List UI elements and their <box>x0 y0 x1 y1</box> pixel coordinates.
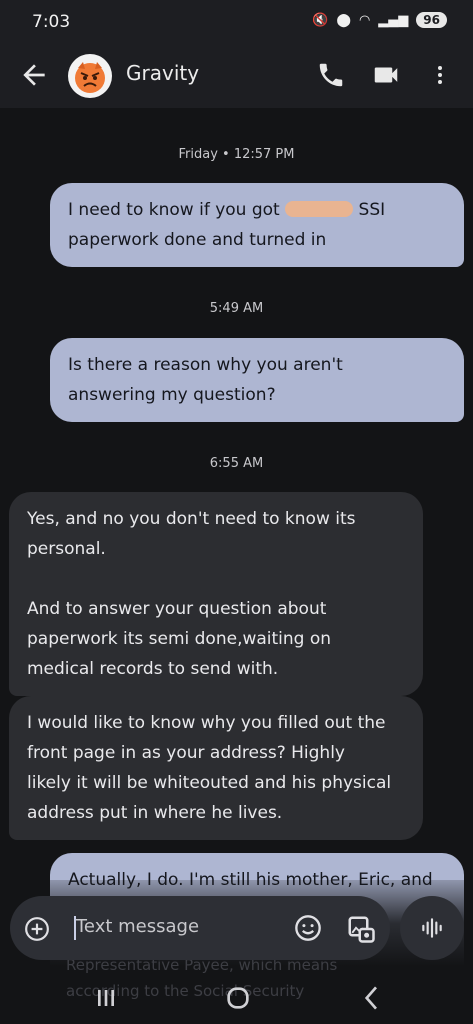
add-attachment-icon[interactable] <box>24 916 50 942</box>
redaction-mark <box>285 201 354 217</box>
status-bar: 7:03 🔇 ⬤ ◠ ▂▄▆ 96 <box>0 0 473 46</box>
message-text: I need to know if you got <box>68 200 280 220</box>
emoji-icon[interactable] <box>294 914 322 942</box>
message-text: paperwork done and turned in <box>68 230 327 250</box>
angry-face-icon <box>75 62 105 93</box>
video-camera-icon[interactable] <box>370 60 402 90</box>
message-text: I would like to know why you filled out … <box>27 713 386 733</box>
avatar[interactable] <box>68 54 112 98</box>
more-options-icon[interactable] <box>428 60 452 90</box>
signal-icon: ▂▄▆ <box>378 12 409 28</box>
message-text: likely it will be whiteouted and his phy… <box>27 773 392 793</box>
incoming-message[interactable]: I would like to know why you filled out … <box>9 696 423 840</box>
back-arrow-icon[interactable] <box>18 59 50 91</box>
message-text: SSI <box>358 200 386 220</box>
waveform-icon <box>422 918 442 938</box>
mute-icon: 🔇 <box>312 12 329 28</box>
status-icons: 🔇 ⬤ ◠ ▂▄▆ 96 <box>312 12 447 28</box>
message-text: answering my question? <box>68 385 276 405</box>
phone-icon[interactable] <box>316 60 346 90</box>
contact-name[interactable]: Gravity <box>126 61 199 85</box>
outgoing-message[interactable]: I need to know if you got SSI paperwork … <box>50 183 464 267</box>
message-text: medical records to send with. <box>27 659 279 679</box>
voice-message-button[interactable] <box>400 896 464 960</box>
message-text: Yes, and no you don't need to know its <box>27 509 356 529</box>
message-timestamp: 5:49 AM <box>209 301 264 316</box>
system-navigation-bar <box>0 972 473 1024</box>
outgoing-message[interactable]: Is there a reason why you aren't answeri… <box>50 338 464 422</box>
incoming-message[interactable]: Yes, and no you don't need to know its p… <box>9 492 423 696</box>
wifi-icon: ◠ <box>358 12 371 28</box>
status-time: 7:03 <box>32 12 71 32</box>
message-text: And to answer your question about <box>27 599 327 619</box>
message-text: front page in as your address? Highly <box>27 743 345 763</box>
recent-apps-icon[interactable] <box>88 982 124 1014</box>
message-text: paperwork its semi done,waiting on <box>27 629 332 649</box>
battery-icon: 96 <box>416 12 447 28</box>
message-text: address put in where he lives. <box>27 803 283 823</box>
message-input[interactable]: Text message <box>76 916 199 937</box>
message-composer[interactable]: Text message <box>10 896 390 960</box>
conversation-header: Gravity <box>0 46 473 108</box>
message-text: Is there a reason why you aren't <box>68 355 343 375</box>
back-icon[interactable] <box>354 982 390 1014</box>
message-timestamp: 6:55 AM <box>209 456 264 471</box>
location-icon: ⬤ <box>336 12 351 28</box>
gallery-icon[interactable] <box>346 914 376 944</box>
message-text: personal. <box>27 539 106 559</box>
message-timestamp: Friday • 12:57 PM <box>178 147 295 162</box>
home-icon[interactable] <box>220 982 256 1014</box>
